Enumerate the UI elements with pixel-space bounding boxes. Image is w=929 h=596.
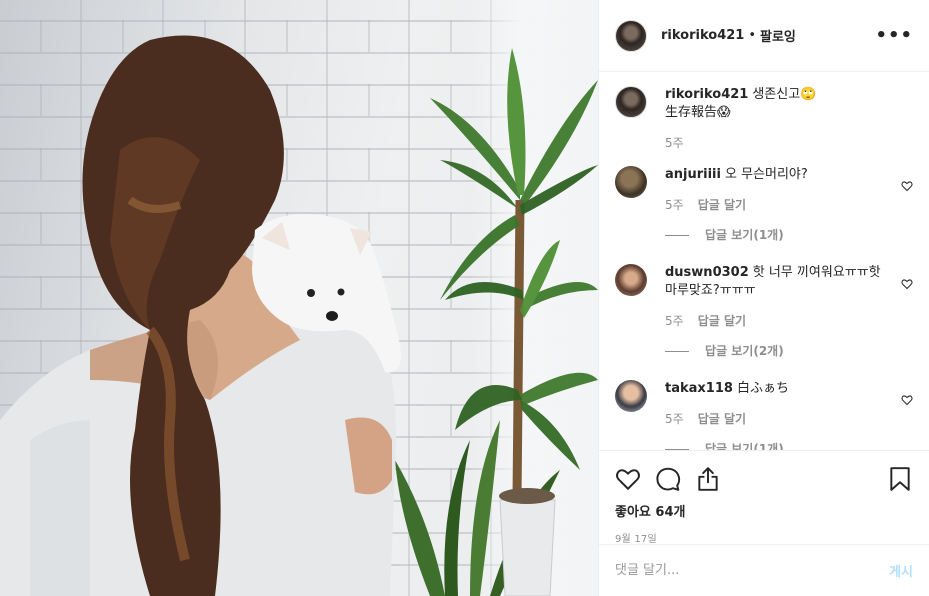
post-photo[interactable] bbox=[0, 0, 598, 596]
caption-text-line2: 生存報告😱 bbox=[665, 105, 731, 120]
heart-icon[interactable] bbox=[615, 466, 641, 492]
avatar[interactable] bbox=[615, 166, 647, 198]
view-replies-button[interactable]: 답글 보기(1개) bbox=[665, 440, 891, 450]
avatar[interactable] bbox=[615, 264, 647, 296]
heart-icon[interactable] bbox=[901, 180, 913, 192]
post-dialog: rikoriko421 • 팔로잉 ••• rikoriko421 생존신고🙄 生… bbox=[0, 0, 929, 596]
post-side-panel: rikoriko421 • 팔로잉 ••• rikoriko421 생존신고🙄 生… bbox=[598, 0, 929, 596]
comment-timestamp[interactable]: 5주 bbox=[665, 312, 684, 330]
replies-divider bbox=[665, 350, 689, 352]
comment-username[interactable]: takax118 bbox=[665, 381, 733, 396]
comment-username[interactable]: anjuriiii bbox=[665, 167, 721, 182]
comment-item: duswn0302 핫 너무 끼여워요ㅠㅠ핫 마루맞죠?ㅠㅠㅠ 5주 답글 달기 … bbox=[615, 264, 913, 360]
add-comment-bar: 게시 bbox=[599, 544, 929, 596]
post-username[interactable]: rikoriko421 bbox=[661, 28, 744, 43]
follow-button[interactable]: 팔로잉 bbox=[760, 26, 796, 45]
more-options-icon[interactable]: ••• bbox=[875, 25, 913, 46]
comment-item: anjuriiii 오 무슨머리야? 5주 답글 달기 답글 보기(1개) bbox=[615, 166, 913, 244]
view-replies-label: 답글 보기(2개) bbox=[705, 344, 784, 358]
caption-timestamp[interactable]: 5주 bbox=[665, 134, 684, 152]
comment-item: takax118 白ふぁち 5주 답글 달기 답글 보기(1개) bbox=[615, 380, 913, 450]
comment-timestamp[interactable]: 5주 bbox=[665, 196, 684, 214]
post-date[interactable]: 9월 17일 bbox=[615, 530, 913, 545]
reply-button[interactable]: 답글 달기 bbox=[698, 410, 746, 428]
view-replies-label: 답글 보기(1개) bbox=[705, 442, 784, 450]
comment-text: 오 무슨머리야? bbox=[724, 167, 808, 182]
likes-count[interactable]: 좋아요 64개 bbox=[615, 501, 913, 520]
reply-button[interactable]: 답글 달기 bbox=[698, 312, 746, 330]
photo-scene bbox=[0, 35, 598, 596]
avatar[interactable] bbox=[615, 380, 647, 412]
post-comment-button[interactable]: 게시 bbox=[889, 561, 913, 580]
view-replies-button[interactable]: 답글 보기(2개) bbox=[665, 342, 891, 360]
separator-dot: • bbox=[748, 28, 756, 43]
heart-icon[interactable] bbox=[901, 394, 913, 406]
heart-icon[interactable] bbox=[901, 278, 913, 290]
post-actions: 좋아요 64개 9월 17일 bbox=[599, 450, 929, 545]
replies-divider bbox=[665, 234, 689, 236]
caption: rikoriko421 생존신고🙄 生存報告😱 5주 bbox=[615, 86, 913, 152]
share-icon[interactable] bbox=[695, 466, 721, 492]
comments-list[interactable]: rikoriko421 생존신고🙄 生存報告😱 5주 anjuriiii 오 무슨머… bbox=[599, 72, 929, 450]
caption-username[interactable]: rikoriko421 bbox=[665, 87, 748, 102]
avatar[interactable] bbox=[615, 86, 647, 118]
avatar[interactable] bbox=[615, 19, 647, 52]
comment-username[interactable]: duswn0302 bbox=[665, 265, 749, 280]
reply-button[interactable]: 답글 달기 bbox=[698, 196, 746, 214]
view-replies-button[interactable]: 답글 보기(1개) bbox=[665, 226, 891, 244]
comment-icon[interactable] bbox=[655, 466, 681, 492]
comment-input[interactable] bbox=[615, 563, 890, 578]
bookmark-icon[interactable] bbox=[887, 466, 913, 492]
comment-timestamp[interactable]: 5주 bbox=[665, 410, 684, 428]
view-replies-label: 답글 보기(1개) bbox=[705, 228, 784, 242]
post-header: rikoriko421 • 팔로잉 ••• bbox=[599, 0, 929, 72]
caption-text-line1: 생존신고🙄 bbox=[752, 87, 817, 102]
comment-text: 白ふぁち bbox=[736, 381, 789, 396]
